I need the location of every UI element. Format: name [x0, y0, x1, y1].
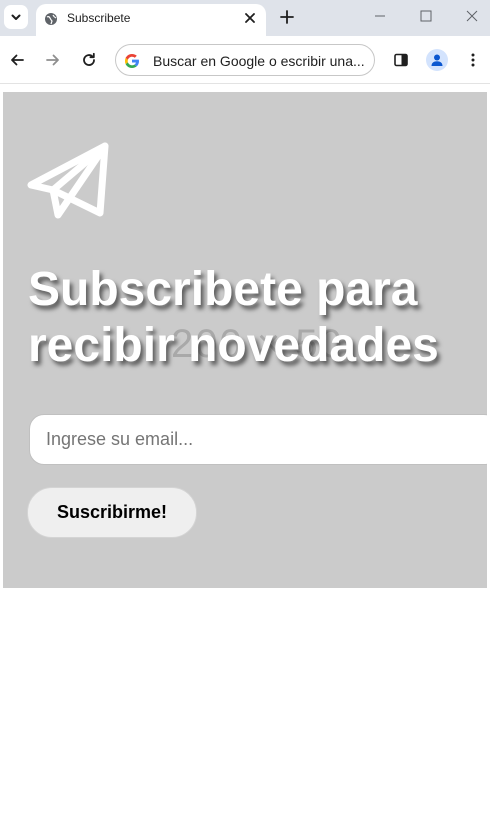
paper-plane-icon [27, 142, 109, 219]
google-icon [125, 54, 139, 68]
window-close-icon[interactable] [465, 9, 479, 23]
reload-icon[interactable] [81, 52, 97, 68]
browser-tab-bar: Subscribete [0, 0, 490, 36]
browser-tab[interactable]: Subscribete [36, 4, 266, 36]
arrow-left-icon[interactable] [9, 52, 25, 68]
subscribe-hero: 200 × 50 Subscribete para recibir noveda… [3, 92, 487, 588]
maximize-icon[interactable] [419, 9, 433, 23]
arrow-right-icon[interactable] [45, 52, 61, 68]
globe-icon [45, 13, 57, 25]
plus-icon[interactable] [278, 8, 296, 26]
address-bar[interactable]: Buscar en Google o escribir una... [115, 44, 375, 76]
close-icon[interactable] [243, 11, 257, 25]
profile-icon [431, 54, 443, 66]
address-bar-text: Buscar en Google o escribir una... [153, 53, 365, 69]
profile-button[interactable] [426, 49, 448, 71]
minimize-icon[interactable] [373, 9, 387, 23]
page-title: Subscribete para recibir novedades [28, 263, 439, 372]
side-panel-icon[interactable] [393, 52, 409, 68]
tab-title: Subscribete [67, 11, 131, 25]
tab-search-button[interactable] [4, 5, 28, 29]
subscribe-button[interactable]: Suscribirme! [27, 487, 197, 538]
browser-toolbar: Buscar en Google o escribir una... [0, 36, 490, 84]
more-vert-icon[interactable] [465, 52, 481, 68]
chevron-down-icon [11, 14, 21, 20]
email-field[interactable] [29, 414, 487, 465]
